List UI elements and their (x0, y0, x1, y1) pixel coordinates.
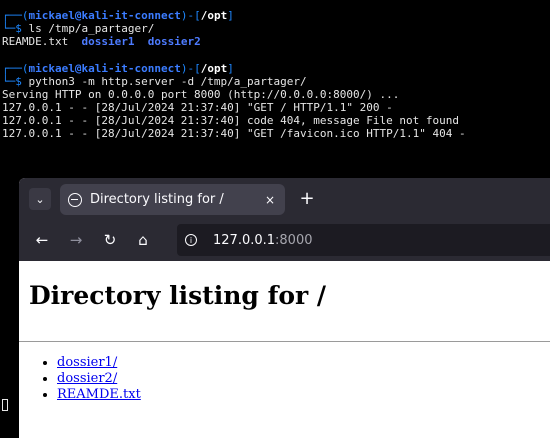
server-output-1: Serving HTTP on 0.0.0.0 port 8000 (http:… (2, 88, 400, 101)
ls-dir-2: dossier2 (147, 35, 201, 48)
globe-icon (68, 192, 82, 207)
server-output-4: 127.0.0.1 - - [28/Jul/2024 21:37:40] "GE… (2, 127, 466, 140)
browser-window: ⌄ Directory listing for / × + ← → ↻ ⌂ i … (19, 178, 550, 438)
link-reamde[interactable]: REAMDE.txt (57, 387, 141, 402)
divider (19, 341, 550, 342)
list-item: dossier2/ (57, 371, 141, 387)
back-button[interactable]: ← (31, 229, 53, 251)
command-line-1: └─$ ls /tmp/a_partager/ (2, 22, 155, 35)
page-heading: Directory listing for / (29, 281, 327, 310)
file-list: dossier1/ dossier2/ REAMDE.txt (29, 355, 141, 403)
command-line-2: └─$ python3 -m http.server -d /tmp/a_par… (2, 75, 307, 88)
list-item: dossier1/ (57, 355, 141, 371)
reload-button[interactable]: ↻ (99, 229, 121, 251)
tab-directory-listing[interactable]: Directory listing for / × (60, 184, 285, 215)
prompt-line-2: ┌──(mickael@kali-it-connect)-[/opt] (2, 62, 234, 75)
forward-button[interactable]: → (65, 229, 87, 251)
site-info-icon[interactable]: i (185, 234, 197, 246)
tab-bar: ⌄ Directory listing for / × + (19, 178, 550, 219)
link-dossier2[interactable]: dossier2/ (57, 371, 117, 386)
terminal-cursor (2, 399, 8, 411)
nav-toolbar: ← → ↻ ⌂ i 127.0.0.1:8000 (19, 219, 550, 261)
prompt-line-1: ┌──(mickael@kali-it-connect)-[/opt] (2, 9, 234, 22)
home-button[interactable]: ⌂ (132, 229, 154, 251)
link-dossier1[interactable]: dossier1/ (57, 355, 117, 370)
ls-dir-1: dossier1 (81, 35, 135, 48)
url-text: 127.0.0.1:8000 (213, 232, 313, 248)
new-tab-button[interactable]: + (295, 186, 319, 210)
tab-title: Directory listing for / (90, 192, 224, 207)
ls-file: REAMDE.txt (2, 35, 69, 48)
ls-output: REAMDE.txt dossier1 dossier2 (2, 35, 201, 48)
address-bar[interactable]: i 127.0.0.1:8000 (177, 224, 550, 256)
server-output-2: 127.0.0.1 - - [28/Jul/2024 21:37:40] "GE… (2, 101, 393, 114)
tab-list-dropdown-button[interactable]: ⌄ (29, 188, 51, 210)
tab-close-button[interactable]: × (265, 193, 275, 207)
page-content: Directory listing for / dossier1/ dossie… (19, 261, 550, 438)
server-output-3: 127.0.0.1 - - [28/Jul/2024 21:37:40] cod… (2, 114, 459, 127)
list-item: REAMDE.txt (57, 387, 141, 403)
